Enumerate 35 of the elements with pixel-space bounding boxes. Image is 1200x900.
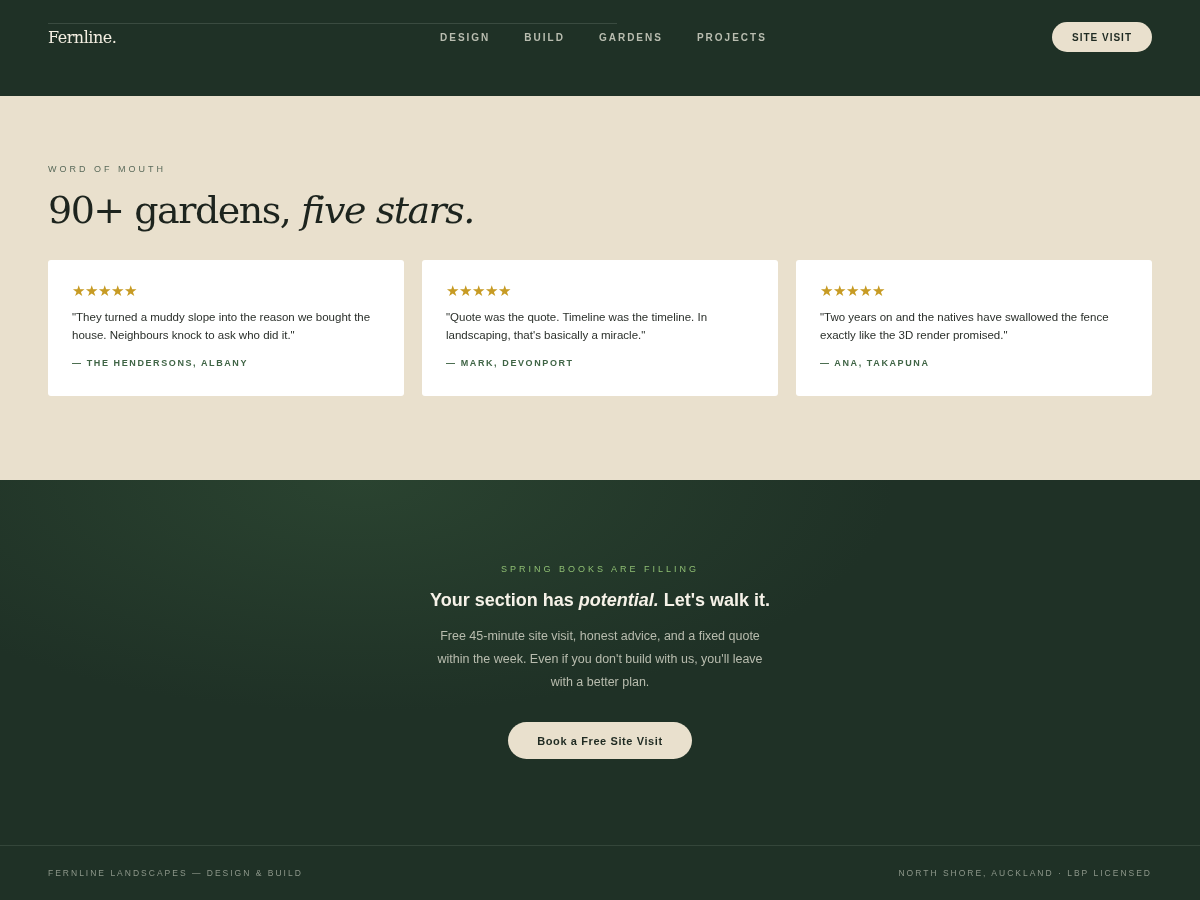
star-icon: ★ <box>446 282 459 300</box>
testimonial-quote: "Quote was the quote. Timeline was the timeline. In landscaping, that's basically a miracle." <box>446 310 709 343</box>
nav-link[interactable]: GARDENS <box>598 31 663 43</box>
star-icon: ★ <box>124 282 137 300</box>
nav-link[interactable]: DESIGN <box>440 31 491 43</box>
star-icon: ★ <box>459 282 472 300</box>
star-icon: ★ <box>111 282 124 300</box>
testimonial-author: — THE HENDERSONS, ALBANY <box>72 358 250 368</box>
cta-body: Free 45-minute site visit, honest advice, and a fixed quote within the week. Even if you don't build with us, you'll leave with a better plan. <box>436 628 764 691</box>
section-eyebrow: WORD OF MOUTH <box>48 164 167 174</box>
footer-text: FERNLINE LANDSCAPES — DESIGN & BUILD <box>48 868 303 878</box>
star-icon: ★ <box>85 282 98 300</box>
site-visit-button[interactable]: SITE VISIT <box>1052 22 1152 52</box>
testimonial-quote: "They turned a muddy slope into the reason we bought the house. Neighbours knock to ask who did it." <box>72 310 372 343</box>
star-icon: ★ <box>485 282 498 300</box>
section-heading: 90+ gardens, five stars. <box>48 188 475 232</box>
star-icon: ★ <box>472 282 485 300</box>
nav-link[interactable]: PROJECTS <box>696 31 767 43</box>
testimonial-author: — ANA, TAKAPUNA <box>820 358 931 368</box>
star-icon: ★ <box>72 282 85 300</box>
star-icon: ★ <box>846 282 859 300</box>
star-icon: ★ <box>872 282 885 300</box>
cta-eyebrow: SPRING BOOKS ARE FILLING <box>500 564 699 574</box>
book-visit-button[interactable]: Book a Free Site Visit <box>508 722 692 759</box>
star-icon: ★ <box>820 282 833 300</box>
testimonial-author: — MARK, DEVONPORT <box>446 358 575 368</box>
star-icon: ★ <box>833 282 846 300</box>
logo[interactable]: Fernline. <box>48 27 388 47</box>
testimonial-quote: "Two years on and the natives have swallowed the fence exactly like the 3D render promised." <box>820 310 1110 343</box>
star-icon: ★ <box>98 282 111 300</box>
star-icon: ★ <box>498 282 511 300</box>
nav-link[interactable]: BUILD <box>524 31 565 43</box>
footer-text: NORTH SHORE, AUCKLAND · LBP LICENSED <box>898 868 1152 878</box>
cta-heading: Your section has potential. Let's walk it. <box>430 590 770 611</box>
star-icon: ★ <box>859 282 872 300</box>
